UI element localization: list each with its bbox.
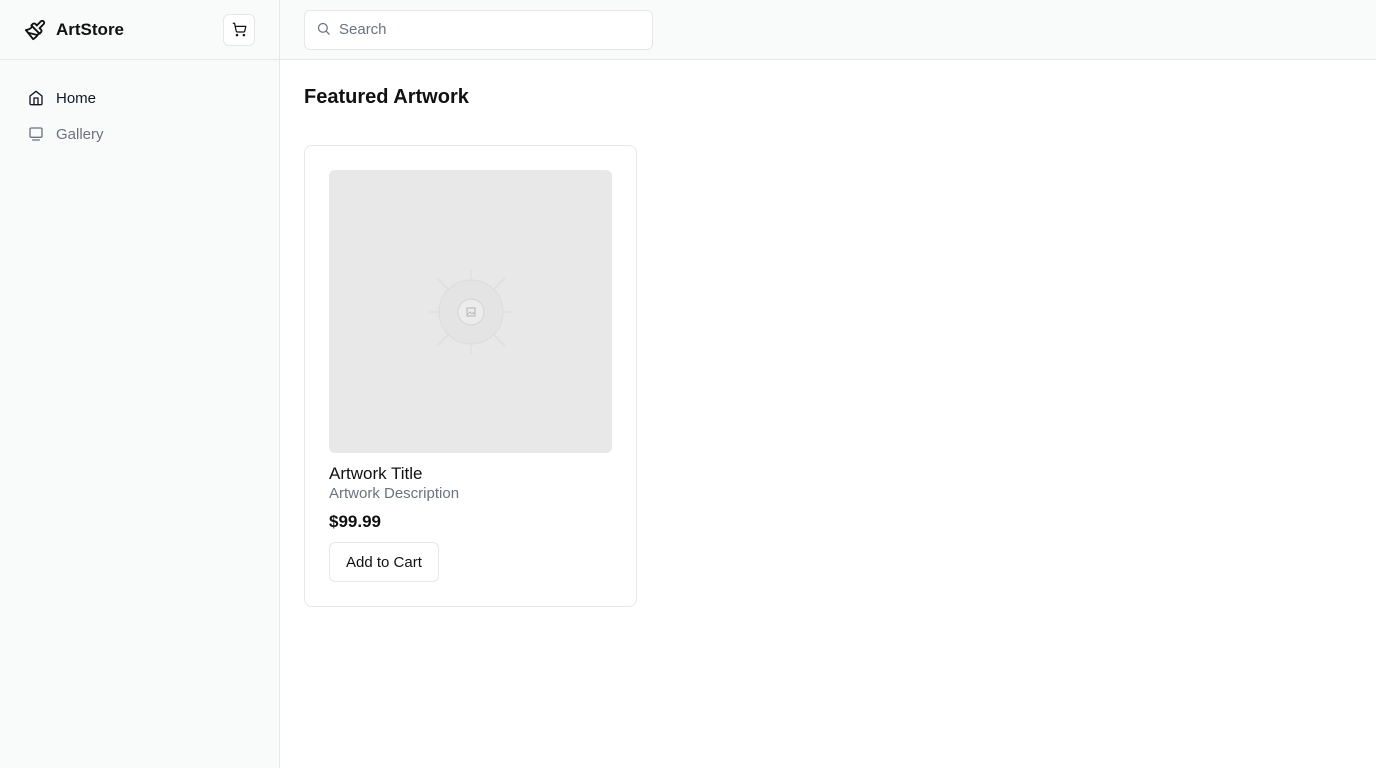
sidebar-nav: Home Gallery <box>0 60 279 172</box>
page-title: Featured Artwork <box>304 86 469 108</box>
artwork-price: $99.99 <box>329 512 381 531</box>
app: ArtStore Home Gallery Search Featured Ar… <box>0 0 1376 768</box>
main: Featured Artwork <box>280 0 1376 768</box>
artwork-card: Artwork Title Artwork Description $99.99… <box>304 145 637 607</box>
artwork-title: Artwork Title <box>329 464 423 483</box>
search-icon <box>315 21 331 37</box>
cart-button[interactable] <box>223 13 255 46</box>
sidebar-item-home[interactable]: Home <box>16 80 263 116</box>
add-to-cart-button[interactable]: Add to Cart <box>329 542 439 582</box>
brand[interactable]: ArtStore <box>24 19 124 41</box>
artwork-description: Artwork Description <box>329 485 460 502</box>
sidebar-item-label: Gallery <box>56 125 104 143</box>
sidebar-header: ArtStore <box>0 0 279 60</box>
brand-name: ArtStore <box>56 19 125 39</box>
sidebar-item-label: Home <box>56 89 97 107</box>
image-placeholder-icon <box>428 269 513 354</box>
cart-icon <box>232 22 247 37</box>
home-icon <box>28 90 44 106</box>
sidebar-item-gallery[interactable]: Gallery <box>16 116 263 152</box>
paintbrush-icon <box>24 19 46 41</box>
search-box[interactable] <box>304 9 653 50</box>
gallery-icon <box>28 126 44 142</box>
topbar <box>280 0 1376 60</box>
search-input[interactable] <box>339 10 642 49</box>
artwork-image <box>329 170 612 453</box>
sidebar: ArtStore Home Gallery <box>0 0 280 768</box>
content: Featured Artwork Artwork Title Artwork D… <box>280 60 1376 633</box>
